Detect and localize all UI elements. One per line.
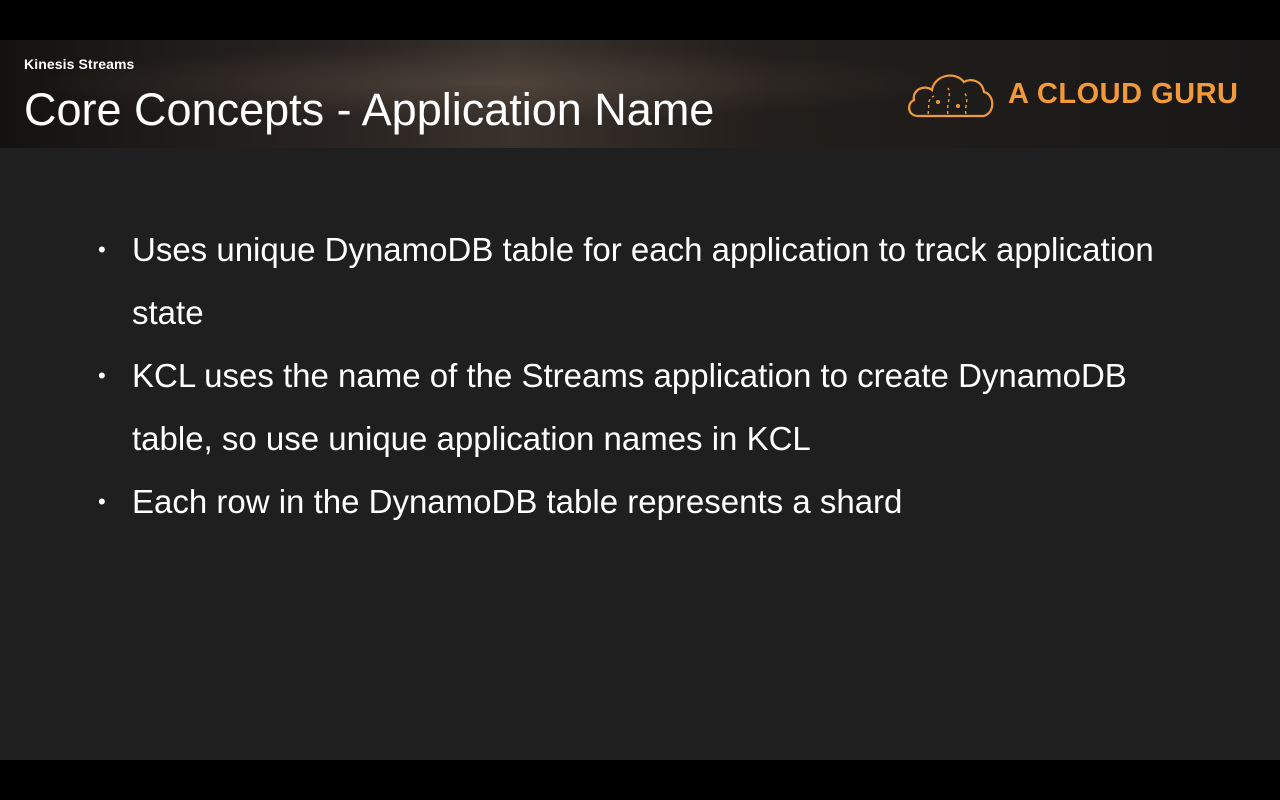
- bullet-marker: •: [98, 237, 106, 262]
- brand-logo: A CLOUD GURU: [904, 66, 1244, 122]
- bullet-text: Uses unique DynamoDB table for each appl…: [132, 231, 1154, 331]
- bullet-text: Each row in the DynamoDB table represent…: [132, 483, 903, 520]
- slide: Kinesis Streams Core Concepts - Applicat…: [0, 40, 1280, 760]
- bullet-list: • Uses unique DynamoDB table for each ap…: [96, 218, 1176, 533]
- bullet-item: • KCL uses the name of the Streams appli…: [96, 344, 1176, 470]
- bullet-item: • Uses unique DynamoDB table for each ap…: [96, 218, 1176, 344]
- section-label: Kinesis Streams: [24, 56, 135, 72]
- bullet-text: KCL uses the name of the Streams applica…: [132, 357, 1127, 457]
- brand-logo-text: A CLOUD GURU: [1008, 77, 1239, 110]
- letterbox-bottom: [0, 760, 1280, 800]
- bullet-item: • Each row in the DynamoDB table represe…: [96, 470, 1176, 533]
- letterbox-top: [0, 0, 1280, 40]
- slide-title: Core Concepts - Application Name: [24, 84, 715, 135]
- bullet-marker: •: [98, 489, 106, 514]
- bullet-marker: •: [98, 363, 106, 388]
- cloud-icon: [908, 74, 994, 118]
